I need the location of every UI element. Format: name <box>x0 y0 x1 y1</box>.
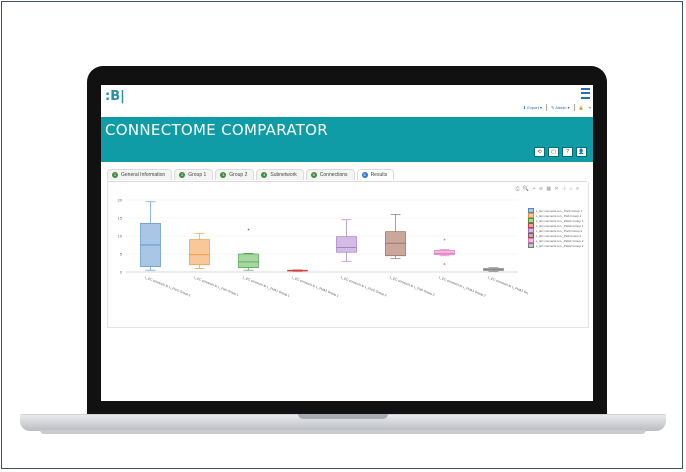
page-title: CONNECTOME COMPARATOR <box>105 121 329 139</box>
x-tick-label: L_EC connects to L_PaS Group 1 <box>193 275 239 297</box>
x-tick-label: L_EC connects to L_PreS Group 2 <box>340 275 387 297</box>
legend-item[interactable]: L_EC connects to L_PreS Group 2 <box>528 228 583 233</box>
tab-label: Results <box>370 172 388 178</box>
chart-toolbar[interactable]: ⎙ 🔍 + ⊖ ▦ ✕ ⊹ ⌂ ≡ <box>516 186 581 192</box>
tab-label: Group 2 <box>229 172 248 178</box>
x-tick-label: L_EC connects to L_PHA1 Group 1 <box>242 275 290 298</box>
legend-label: L_EC connects to L_PHA1 Group 2 <box>536 238 584 243</box>
tab-number: 2 <box>179 172 186 178</box>
tab-results[interactable]: 6 Results <box>356 169 395 180</box>
outlier-point <box>443 263 446 265</box>
lock-icon[interactable]: 🔒 <box>579 105 584 110</box>
outlier-point <box>247 228 250 231</box>
legend-item[interactable]: L_EC connects to L_PaS Group 2 <box>528 233 583 238</box>
top-bar: :B| ⬇ Export ▾ ✎ Admin ▾ 🔒 ⇥ <box>101 85 593 117</box>
legend-swatch <box>528 243 534 248</box>
tab-group-2[interactable]: 3 Group 2 <box>215 169 255 180</box>
x-tick-label: L_EC connects to L_PaS Group 2 <box>389 275 435 297</box>
x-tick-label: L_EC connects to L_PreS Group 1 <box>144 275 191 297</box>
legend-label: L_EC connects to L_PreS Group 1 <box>536 208 583 213</box>
laptop-notch <box>298 414 388 419</box>
x-tick-label: L_EC connects to L_PHA2 Group 1 <box>291 275 339 298</box>
box <box>189 239 210 266</box>
legend-label: L_EC connects to L_PaS Group 2 <box>536 233 582 238</box>
tab-label: Connections <box>319 172 348 178</box>
x-tick-label: L_EC connects to L_PHA2 Group 2 <box>487 275 528 298</box>
user-icon[interactable]: 👤 <box>576 147 587 157</box>
app-logo[interactable]: :B| <box>105 89 125 104</box>
window-icon[interactable]: ▢ <box>548 147 559 157</box>
y-tick-label: 20 <box>118 198 123 203</box>
tab-number: 4 <box>261 172 268 178</box>
chart-legend: L_EC connects to L_PreS Group 1 L_EC conn… <box>528 208 583 248</box>
results-panel: ⎙ 🔍 + ⊖ ▦ ✕ ⊹ ⌂ ≡ 0 5 10 15 20 L_EC connects … <box>107 182 589 328</box>
divider <box>573 104 575 111</box>
help-icon[interactable]: ? <box>562 147 573 157</box>
laptop-screen: :B| ⬇ Export ▾ ✎ Admin ▾ 🔒 ⇥ CONNECTOME … <box>101 85 593 401</box>
tab-label: Subnetwork <box>270 172 297 178</box>
hamburger-menu-icon[interactable] <box>581 88 590 99</box>
divider <box>545 104 547 111</box>
legend-item[interactable]: L_EC connects to L_PHA2 Group 1 <box>528 223 583 228</box>
box <box>385 231 406 257</box>
export-menu[interactable]: ⬇ Export ▾ <box>523 105 542 110</box>
top-links: ⬇ Export ▾ ✎ Admin ▾ 🔒 ⇥ <box>523 104 591 111</box>
wizard-tabs: 1 General Information 2 Group 1 3 Group 2 4… <box>107 169 395 180</box>
outlier-point <box>443 238 446 241</box>
legend-label: L_EC connects to L_PaS Group 1 <box>536 213 582 218</box>
legend-item[interactable]: L_EC connects to L_PHA1 Group 2 <box>528 238 583 243</box>
legend-item[interactable]: L_EC connects to L_PHA1 Group 1 <box>528 218 583 223</box>
tab-label: Group 1 <box>188 172 207 178</box>
x-tick-label: L_EC connects to L_PHA1 Group 2 <box>438 275 486 298</box>
tab-number: 1 <box>112 172 118 178</box>
y-tick-label: 5 <box>120 252 123 257</box>
laptop-base-shadow <box>40 430 646 434</box>
title-banner: CONNECTOME COMPARATOR ⟲ ▢ ? 👤 <box>101 117 593 162</box>
tab-number: 5 <box>310 172 317 178</box>
legend-label: L_EC connects to L_PreS Group 2 <box>536 228 583 233</box>
y-tick-label: 10 <box>118 234 123 239</box>
banner-buttons: ⟲ ▢ ? 👤 <box>534 147 587 157</box>
legend-item[interactable]: L_EC connects to L_PreS Group 1 <box>528 208 583 213</box>
legend-item[interactable]: L_EC connects to L_PHA2 Group 2 <box>528 243 583 248</box>
legend-label: L_EC connects to L_PHA2 Group 2 <box>536 243 584 248</box>
box-plot-chart: 05101520L_EC connects to L_PreS Group 1L… <box>118 198 528 298</box>
tab-connections[interactable]: 5 Connections <box>305 169 355 180</box>
logout-icon[interactable]: ⇥ <box>588 105 591 110</box>
box <box>434 250 455 256</box>
refresh-icon[interactable]: ⟲ <box>534 147 545 157</box>
legend-item[interactable]: L_EC connects to L_PaS Group 1 <box>528 213 583 218</box>
box <box>238 253 259 268</box>
y-tick-label: 15 <box>118 216 123 221</box>
legend-label: L_EC connects to L_PHA1 Group 1 <box>536 218 584 223</box>
tab-number: 3 <box>220 172 227 178</box>
tab-group-1[interactable]: 2 Group 1 <box>174 169 214 180</box>
admin-menu[interactable]: ✎ Admin ▾ <box>551 105 570 110</box>
tab-number: 6 <box>361 172 368 178</box>
box <box>336 236 357 253</box>
tab-subnetwork[interactable]: 4 Subnetwork <box>256 169 304 180</box>
tab-label: General Information <box>121 172 166 178</box>
tab-general-information[interactable]: 1 General Information <box>107 169 173 180</box>
legend-label: L_EC connects to L_PHA2 Group 1 <box>536 223 584 228</box>
y-tick-label: 0 <box>120 270 123 275</box>
